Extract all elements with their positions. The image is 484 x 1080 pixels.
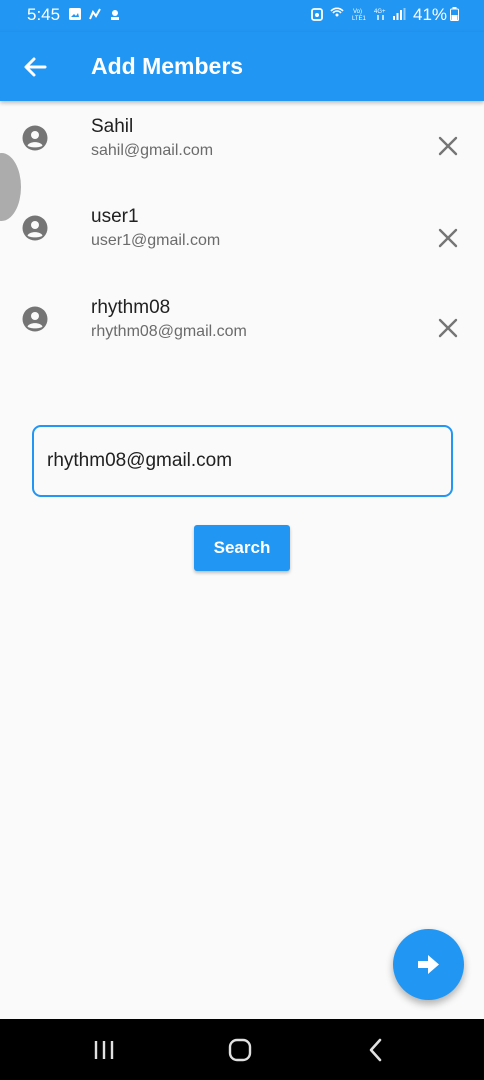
volte-icon: Vo)LTE1 [352,9,367,21]
member-name: Sahil [91,116,134,137]
close-icon[interactable] [435,225,461,251]
svg-text:LTE1: LTE1 [352,16,367,21]
gallery-icon [69,8,81,20]
status-time: 5:45 [27,5,61,24]
email-input[interactable] [47,445,437,477]
email-search-field[interactable] [32,425,453,497]
arrow-back-icon[interactable] [20,52,50,82]
svg-text:4G+: 4G+ [374,9,386,15]
member-name: rhythm08 [91,297,171,318]
status-bar: 5:45 Vo) LTE1 4G+ 41% [0,0,484,32]
account-circle-icon [22,215,48,241]
system-nav-bar [0,1019,484,1080]
account-circle-icon [22,306,48,332]
alarm-icon [111,10,119,20]
search-button[interactable]: Search [194,525,290,571]
notification-icon [89,8,101,20]
svg-text:Vo): Vo) [353,9,362,15]
page-title: Add Members [91,53,244,79]
hotspot-icon [311,8,323,21]
member-email: sahil@gmail.com [91,142,214,159]
close-icon[interactable] [435,133,461,159]
member-row: user1 user1@gmail.com [0,206,484,306]
wifi-calling-icon [330,7,344,17]
member-name: user1 [91,206,139,227]
member-email: user1@gmail.com [91,232,221,249]
account-circle-icon [22,125,48,151]
battery-percent: 41% [413,5,448,24]
member-email: rhythm08@gmail.com [91,323,247,340]
close-icon[interactable] [435,315,461,341]
4g-icon: 4G+ [374,9,386,20]
member-row: Sahil sahil@gmail.com [0,116,484,216]
member-row: rhythm08 rhythm08@gmail.com [0,297,484,397]
battery-icon [450,7,459,21]
app-bar: Add Members [0,32,484,101]
arrow-forward-icon [418,955,439,974]
next-fab-button[interactable] [393,929,464,1000]
signal-icon [393,8,406,20]
back-icon[interactable] [361,1035,391,1065]
home-icon[interactable] [225,1035,255,1065]
recents-icon[interactable] [89,1035,119,1065]
